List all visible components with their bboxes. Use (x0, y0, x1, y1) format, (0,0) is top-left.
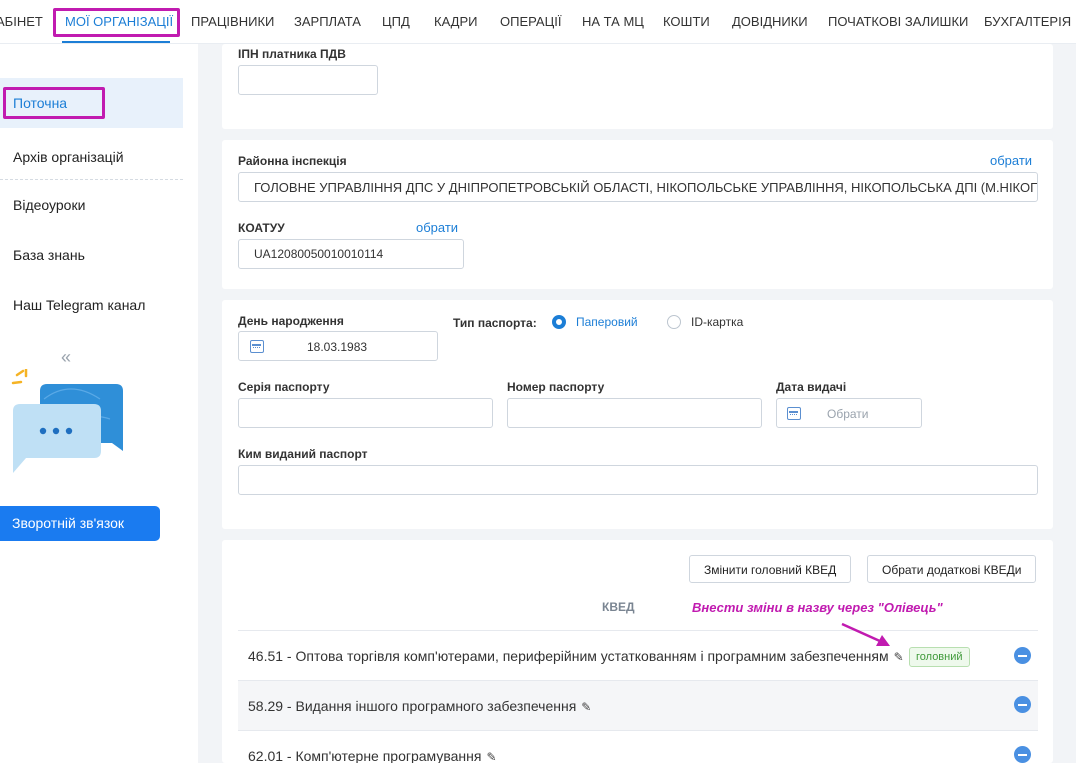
birthday-input[interactable]: 18.03.1983 (238, 331, 438, 361)
pencil-icon[interactable]: ✎ (581, 700, 591, 714)
nav-item-initial-balances[interactable]: ПОЧАТКОВІ ЗАЛИШКИ (828, 14, 968, 29)
nav-item-my-organizations[interactable]: МОЇ ОРГАНІЗАЦІЇ (65, 14, 173, 29)
nav-item-salary[interactable]: ЗАРПЛАТА (294, 14, 361, 29)
top-navigation: АБІНЕТ МОЇ ОРГАНІЗАЦІЇ ПРАЦІВНИКИ ЗАРПЛА… (0, 0, 1076, 44)
inspection-choose-link[interactable]: обрати (990, 153, 1032, 168)
sidebar-item-current[interactable]: Поточна (13, 95, 67, 111)
kved-row: 62.01 - Комп'ютерне програмування ✎ (238, 730, 1038, 763)
remove-kved-button[interactable] (1014, 647, 1031, 664)
radio-paper-label[interactable]: Паперовий (576, 315, 638, 329)
issued-by-input[interactable] (238, 465, 1038, 495)
birthday-label: День народження (238, 314, 344, 328)
inspection-label: Районна інспекція (238, 154, 347, 168)
passport-series-input[interactable] (238, 398, 493, 428)
feedback-button[interactable]: Зворотній зв'язок (0, 506, 160, 541)
nav-item-funds[interactable]: КОШТИ (663, 14, 710, 29)
choose-additional-kved-button[interactable]: Обрати додаткові КВЕДи (867, 555, 1037, 583)
passport-number-input[interactable] (507, 398, 762, 428)
collapse-sidebar-icon[interactable]: « (61, 347, 71, 368)
nav-item-employees[interactable]: ПРАЦІВНИКИ (191, 14, 274, 29)
remove-kved-button[interactable] (1014, 696, 1031, 713)
sidebar: Поточна Архів організацій Відеоуроки Баз… (0, 44, 183, 763)
sidebar-item-video-lessons[interactable]: Відеоуроки (13, 197, 85, 213)
nav-item-accounting[interactable]: БУХГАЛТЕРІЯ (984, 14, 1071, 29)
annotation-arrow-icon (841, 622, 890, 646)
remove-kved-button[interactable] (1014, 746, 1031, 763)
issue-date-input[interactable]: Обрати (776, 398, 922, 428)
pencil-icon[interactable]: ✎ (894, 650, 904, 664)
kved-row-text: 58.29 - Видання іншого програмного забез… (248, 698, 592, 714)
issue-date-placeholder: Обрати (827, 407, 869, 421)
kved-row: 58.29 - Видання іншого програмного забез… (238, 680, 1038, 730)
radio-id-card-label[interactable]: ID-картка (691, 315, 743, 329)
nav-item-cpd[interactable]: ЦПД (382, 14, 410, 29)
issued-by-label: Ким виданий паспорт (238, 447, 368, 461)
passport-series-label: Серія паспорту (238, 380, 330, 394)
change-main-kved-button[interactable]: Змінити головний КВЕД (689, 555, 852, 583)
radio-id-card[interactable] (667, 315, 681, 329)
nav-item-cabinet[interactable]: АБІНЕТ (0, 14, 43, 29)
inspection-input[interactable]: ГОЛОВНЕ УПРАВЛІННЯ ДПС У ДНІПРОПЕТРОВСЬК… (238, 172, 1038, 202)
kved-row-text: 46.51 - Оптова торгівля комп'ютерами, пе… (248, 648, 904, 664)
nav-item-references[interactable]: ДОВІДНИКИ (732, 14, 808, 29)
sidebar-item-knowledge-base[interactable]: База знань (13, 247, 85, 263)
annotation-text: Внести зміни в назву через "Олівець" (692, 600, 943, 615)
chat-bubbles-icon (11, 369, 123, 473)
nav-item-personnel[interactable]: КАДРИ (434, 14, 478, 29)
sidebar-divider (0, 179, 183, 180)
nav-item-operations[interactable]: ОПЕРАЦІЇ (500, 14, 561, 29)
radio-paper-passport[interactable] (552, 315, 566, 329)
kved-row: 46.51 - Оптова торгівля комп'ютерами, пе… (238, 630, 1038, 680)
koatuu-choose-link[interactable]: обрати (416, 220, 458, 235)
passport-number-label: Номер паспорту (507, 380, 605, 394)
main-kved-badge: головний (909, 647, 970, 667)
issue-date-label: Дата видачі (776, 380, 847, 394)
kved-row-text: 62.01 - Комп'ютерне програмування ✎ (248, 748, 497, 763)
sidebar-item-archive[interactable]: Архів організацій (13, 149, 124, 165)
kved-column-header: КВЕД (602, 600, 635, 614)
vat-label: ІПН платника ПДВ (238, 47, 346, 61)
nav-item-assets[interactable]: НА та МЦ (582, 14, 644, 29)
vat-input[interactable] (238, 65, 378, 95)
calendar-icon (787, 407, 801, 420)
koatuu-input[interactable]: UA12080050010010114 (238, 239, 464, 269)
calendar-icon (250, 340, 264, 353)
pencil-icon[interactable]: ✎ (486, 750, 496, 763)
koatuu-label: КОАТУУ (238, 221, 285, 235)
birthday-value: 18.03.1983 (307, 340, 368, 354)
sidebar-item-telegram[interactable]: Наш Telegram канал (13, 297, 145, 313)
passport-type-label: Тип паспорта: (453, 316, 537, 330)
